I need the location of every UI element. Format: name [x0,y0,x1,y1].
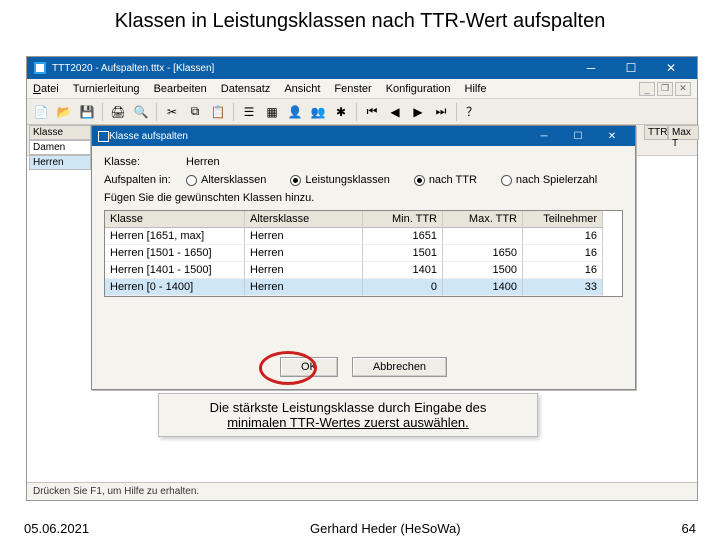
app-titlebar: TTT2020 - Aufspalten.tttx - [Klassen] ─ … [27,57,697,79]
menu-bearbeiten[interactable]: Bearbeiten [154,83,207,95]
slide-footer: 05.06.2021 Gerhard Heder (HeSoWa) 64 [0,521,720,536]
caption-box: Die stärkste Leistungsklasse durch Einga… [158,393,538,437]
tb-user-icon[interactable]: 👤 [285,102,305,122]
dialog-titlebar: Klasse aufspalten ─ ☐ ✕ [92,126,635,146]
mdi-min-button[interactable]: _ [639,82,655,96]
footer-page: 64 [682,521,696,536]
tb-new-icon[interactable]: 📄 [31,102,51,122]
value-klasse: Herren [186,156,220,168]
menu-hilfe[interactable]: Hilfe [465,83,487,95]
table-row[interactable]: Herren [1501 - 1650]Herren1501165016 [105,245,622,262]
table-row-selected[interactable]: Herren [0 - 1400]Herren0140033 [105,279,622,296]
tb-net-icon[interactable]: ✱ [331,102,351,122]
statusbar: Drücken Sie F1, um Hilfe zu erhalten. [27,482,697,500]
tb-next-icon[interactable]: ▶ [408,102,428,122]
radio-altersklassen[interactable]: Altersklassen [186,174,266,186]
tb-users-icon[interactable]: 👥 [308,102,328,122]
tb-tree-icon[interactable]: ☰ [239,102,259,122]
close-button[interactable]: ✕ [651,57,691,79]
menu-fenster[interactable]: Fenster [334,83,371,95]
radio-nach-ttr[interactable]: nach TTR [414,174,477,186]
class-table: Klasse Altersklasse Min. TTR Max. TTR Te… [104,210,623,297]
dialog-close-button[interactable]: ✕ [595,126,629,146]
bg-col-max: Max T [668,125,699,140]
bg-col-ttr: TTR [644,125,668,140]
tb-copy-icon[interactable]: ⧉ [185,102,205,122]
footer-author: Gerhard Heder (HeSoWa) [310,521,461,536]
tb-cut-icon[interactable]: ✂ [162,102,182,122]
hint-text: Fügen Sie die gewünschten Klassen hinzu. [104,192,314,204]
menubar: Datei Turnierleitung Bearbeiten Datensat… [27,79,697,99]
bg-col-klasse: Klasse [29,125,91,140]
tb-open-icon[interactable]: 📂 [54,102,74,122]
table-row[interactable]: Herren [1651, max]Herren165116 [105,228,622,245]
menu-turnier[interactable]: Turnierleitung [73,83,140,95]
radio-leistungsklassen[interactable]: Leistungsklassen [290,174,389,186]
tb-table-icon[interactable]: ▦ [262,102,282,122]
col-klasse[interactable]: Klasse [105,211,245,228]
label-split: Aufspalten in: [104,174,176,186]
col-min-ttr[interactable]: Min. TTR [363,211,443,228]
dialog-icon [98,131,109,142]
tb-help-icon[interactable]: ？ [462,102,482,122]
table-row[interactable]: Herren [1401 - 1500]Herren1401150016 [105,262,622,279]
cancel-button[interactable]: Abbrechen [352,357,447,377]
menu-konfig[interactable]: Konfiguration [386,83,451,95]
col-max-ttr[interactable]: Max. TTR [443,211,523,228]
app-title: TTT2020 - Aufspalten.tttx - [Klassen] [52,63,571,74]
tb-first-icon[interactable]: ⏮ [362,102,382,122]
tb-prev-icon[interactable]: ◀ [385,102,405,122]
label-klasse: Klasse: [104,156,176,168]
menu-ansicht[interactable]: Ansicht [284,83,320,95]
ok-button[interactable]: OK [280,357,338,377]
app-icon [33,61,47,75]
footer-date: 05.06.2021 [24,521,89,536]
menu-datensatz[interactable]: Datensatz [221,83,271,95]
toolbar: 📄 📂 💾 🖨 🔍 ✂ ⧉ 📋 ☰ ▦ 👤 👥 ✱ ⏮ ◀ ▶ ⏭ ？ [27,99,697,125]
bg-row-damen: Damen [29,140,91,155]
tb-last-icon[interactable]: ⏭ [431,102,451,122]
col-altersklasse[interactable]: Altersklasse [245,211,363,228]
tb-paste-icon[interactable]: 📋 [208,102,228,122]
tb-save-icon[interactable]: 💾 [77,102,97,122]
menu-datei[interactable]: Datei [33,83,59,95]
split-dialog: Klasse aufspalten ─ ☐ ✕ Klasse: Herren A… [91,125,636,390]
slide-title: Klassen in Leistungsklassen nach TTR-Wer… [0,0,720,41]
bg-row-herren: Herren [29,155,91,170]
mdi-restore-button[interactable]: ❐ [657,82,673,96]
mdi-close-button[interactable]: ✕ [675,82,691,96]
minimize-button[interactable]: ─ [571,57,611,79]
dialog-min-button[interactable]: ─ [527,126,561,146]
dialog-title: Klasse aufspalten [109,131,527,142]
col-teilnehmer[interactable]: Teilnehmer [523,211,603,228]
radio-nach-spielerzahl[interactable]: nach Spielerzahl [501,174,597,186]
maximize-button[interactable]: ☐ [611,57,651,79]
status-text: Drücken Sie F1, um Hilfe zu erhalten. [33,486,199,497]
dialog-max-button[interactable]: ☐ [561,126,595,146]
tb-preview-icon[interactable]: 🔍 [131,102,151,122]
tb-print-icon[interactable]: 🖨 [108,102,128,122]
